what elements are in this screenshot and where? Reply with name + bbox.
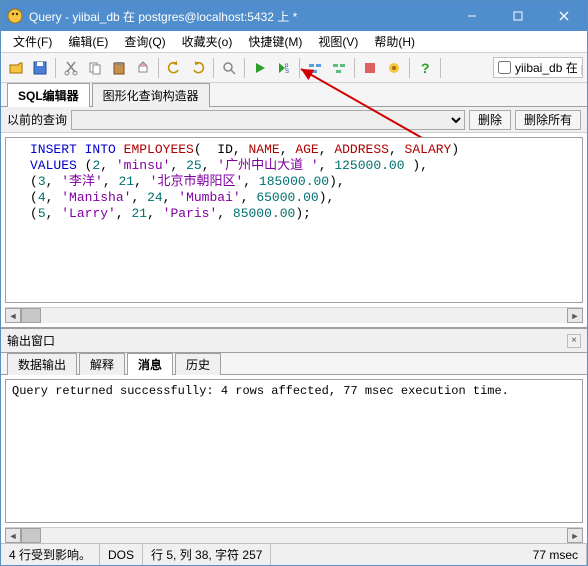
output-h-scrollbar[interactable]: ◄ ► [5, 527, 583, 543]
editor-h-scrollbar[interactable]: ◄ ► [5, 307, 583, 323]
delete-button[interactable]: 删除 [469, 110, 511, 130]
menu-view[interactable]: 视图(V) [310, 31, 366, 52]
find-icon[interactable] [218, 57, 240, 79]
minimize-button[interactable] [449, 1, 495, 31]
sql-editor[interactable]: INSERT INTO EMPLOYEES( ID, NAME, AGE, AD… [5, 137, 583, 303]
menu-query[interactable]: 查询(Q) [116, 31, 173, 52]
output-pane-header: 输出窗口 × [1, 328, 587, 353]
tab-data-output[interactable]: 数据输出 [7, 353, 77, 375]
open-icon[interactable] [5, 57, 27, 79]
menu-help[interactable]: 帮助(H) [366, 31, 423, 52]
execute-icon[interactable] [249, 57, 271, 79]
statusbar: 4 行受到影响。 DOS 行 5, 列 38, 字符 257 77 msec [1, 543, 587, 565]
menu-edit[interactable]: 编辑(E) [60, 31, 116, 52]
redo-icon[interactable] [187, 57, 209, 79]
tab-graphical-builder[interactable]: 图形化查询构造器 [92, 83, 210, 107]
menu-shortcuts[interactable]: 快捷键(M) [240, 31, 310, 52]
output-message-text: Query returned successfully: 4 rows affe… [12, 384, 576, 398]
maximize-button[interactable] [495, 1, 541, 31]
tab-history[interactable]: 历史 [175, 353, 221, 375]
output-messages[interactable]: Query returned successfully: 4 rows affe… [5, 379, 583, 523]
auto-commit-icon[interactable] [383, 57, 405, 79]
editor-tabstrip: SQL编辑器 图形化查询构造器 [1, 83, 587, 107]
explain-icon[interactable] [304, 57, 326, 79]
titlebar: Query - yiibai_db 在 postgres@localhost:5… [1, 1, 587, 31]
app-icon [7, 8, 23, 24]
undo-icon[interactable] [163, 57, 185, 79]
menubar: 文件(F) 编辑(E) 查询(Q) 收藏夹(o) 快捷键(M) 视图(V) 帮助… [1, 31, 587, 53]
delete-all-button[interactable]: 删除所有 [515, 110, 581, 130]
db-selector[interactable]: yiibai_db 在 p [493, 57, 583, 78]
menu-favorites[interactable]: 收藏夹(o) [174, 31, 241, 52]
tab-sql-editor[interactable]: SQL编辑器 [7, 83, 90, 107]
scroll-left-icon[interactable]: ◄ [5, 308, 21, 323]
svg-text:?: ? [421, 60, 430, 76]
stop-icon[interactable] [359, 57, 381, 79]
status-time: 77 msec [525, 544, 587, 565]
window-title: Query - yiibai_db 在 postgres@localhost:5… [29, 8, 449, 25]
close-button[interactable] [541, 1, 587, 31]
explain-analyze-icon[interactable] [328, 57, 350, 79]
cut-icon[interactable] [60, 57, 82, 79]
scroll-left-icon[interactable]: ◄ [5, 528, 21, 543]
execute-pgscript-icon[interactable]: pS [273, 57, 295, 79]
help-icon[interactable]: ? [414, 57, 436, 79]
tab-messages[interactable]: 消息 [127, 353, 173, 375]
copy-icon[interactable] [84, 57, 106, 79]
db-selector-label: yiibai_db 在 p [515, 59, 583, 76]
scroll-thumb[interactable] [21, 308, 41, 323]
status-rows: 4 行受到影响。 [1, 544, 100, 565]
db-checkbox[interactable] [498, 61, 511, 74]
scroll-right-icon[interactable]: ► [567, 528, 583, 543]
save-icon[interactable] [29, 57, 51, 79]
output-pane-close-icon[interactable]: × [567, 334, 581, 348]
status-encoding: DOS [100, 544, 143, 565]
history-label: 以前的查询 [7, 111, 67, 128]
clear-icon[interactable] [132, 57, 154, 79]
history-dropdown[interactable] [71, 110, 465, 130]
menu-file[interactable]: 文件(F) [5, 31, 60, 52]
history-bar: 以前的查询 删除 删除所有 [1, 107, 587, 133]
paste-icon[interactable] [108, 57, 130, 79]
svg-text:S: S [285, 69, 289, 75]
output-pane-title: 输出窗口 [7, 332, 55, 349]
tab-explain[interactable]: 解释 [79, 353, 125, 375]
output-tabstrip: 数据输出 解释 消息 历史 [1, 353, 587, 375]
scroll-thumb[interactable] [21, 528, 41, 543]
toolbar: pS ? yiibai_db 在 p [1, 53, 587, 83]
scroll-right-icon[interactable]: ► [567, 308, 583, 323]
status-position: 行 5, 列 38, 字符 257 [143, 544, 271, 565]
